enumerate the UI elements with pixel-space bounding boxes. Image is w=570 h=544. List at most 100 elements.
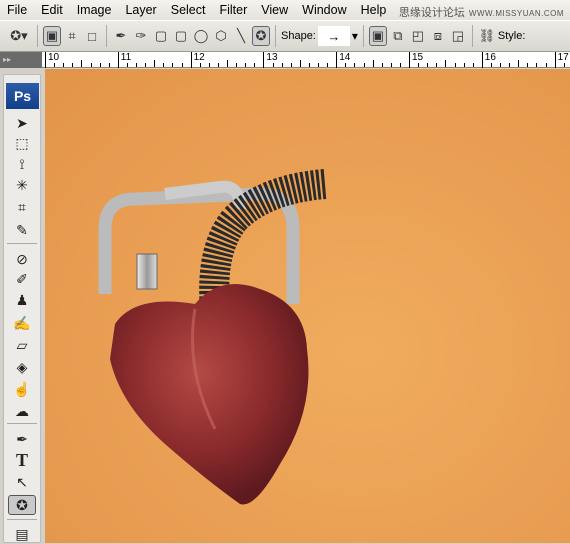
menu-layer[interactable]: Layer (118, 0, 163, 20)
subtract-shape-icon[interactable]: ◰ (409, 26, 427, 46)
divider (7, 243, 37, 244)
divider (7, 519, 37, 520)
healing-brush-icon[interactable]: ⊘ (8, 249, 36, 269)
clone-stamp-icon[interactable]: ♟ (8, 290, 36, 310)
smudge-tool-icon[interactable]: ☁ (8, 401, 36, 421)
options-bar: ✪▾ ▣ ⌗ □ ✒ ✑ ▢ ▢ ◯ ⬡ ╲ ✪ Shape: → ▾ ▣ ⧉ ◰… (0, 20, 570, 52)
ruler-label: 17 (554, 52, 569, 68)
path-selection-icon[interactable]: ↖ (8, 472, 36, 492)
ruler-tick (136, 63, 137, 67)
photoshop-logo: Ps (6, 83, 39, 109)
ruler-tick (236, 63, 238, 67)
marquee-tool-icon[interactable]: ⬚ (8, 133, 36, 153)
ruler-tick (154, 60, 156, 67)
shape-picker[interactable]: → (317, 26, 350, 46)
rectangle-icon[interactable]: ▢ (152, 26, 170, 46)
menu-help[interactable]: Help (354, 0, 394, 20)
slice-tool-icon[interactable]: ✎ (8, 220, 36, 240)
ruler-tick (563, 63, 565, 67)
watermark: 思缘设计论坛 WWW.MISSYUAN.COM (399, 4, 564, 20)
intersect-shape-icon[interactable]: ⧈ (429, 26, 447, 46)
menu-view[interactable]: View (254, 0, 295, 20)
ruler-tick (290, 63, 292, 67)
ruler-label: 10 (45, 52, 59, 68)
eraser-icon[interactable]: ▱ (8, 335, 36, 355)
notes-tool-icon[interactable]: ▤ (8, 524, 36, 544)
shape-layers-icon[interactable]: ▣ (43, 26, 61, 46)
ruler-tick (399, 63, 401, 67)
ruler-tick (63, 63, 65, 67)
exclude-shape-icon[interactable]: ◲ (449, 26, 467, 46)
tool-preset-picker[interactable]: ✪▾ (6, 26, 32, 46)
polygon-icon[interactable]: ⬡ (212, 26, 230, 46)
brush-tool-icon[interactable]: ✐ (8, 269, 36, 289)
menu-window[interactable]: Window (295, 0, 353, 20)
ruler-tick (463, 63, 465, 67)
add-to-shape-icon[interactable]: ⧉ (389, 26, 407, 46)
line-icon[interactable]: ╲ (232, 26, 250, 46)
menu-image[interactable]: Image (70, 0, 119, 20)
ruler-tick (445, 60, 447, 67)
rounded-rectangle-icon[interactable]: ▢ (172, 26, 190, 46)
ruler-tick (354, 63, 356, 67)
ruler-tick (363, 63, 365, 67)
ruler-tick (327, 63, 329, 67)
create-new-shape-icon[interactable]: ▣ (368, 26, 387, 46)
ruler-tick (254, 63, 256, 67)
ruler-tick (454, 63, 456, 67)
ruler-tick (208, 63, 210, 67)
paths-icon[interactable]: ⌗ (63, 26, 81, 46)
divider (275, 25, 276, 47)
paint-bucket-icon[interactable]: ◈ (8, 357, 36, 377)
ruler-tick (545, 63, 547, 67)
type-tool-icon[interactable]: T (8, 450, 36, 470)
ruler-label: 12 (190, 52, 205, 68)
document-canvas[interactable] (45, 69, 570, 543)
ruler-tick (126, 63, 128, 67)
freeform-pen-icon[interactable]: ✑ (132, 26, 150, 46)
menu-edit[interactable]: Edit (34, 0, 70, 20)
custom-shape-icon[interactable]: ✪ (252, 26, 270, 46)
horizontal-ruler[interactable]: 10 11 12 13 14 15 16 17 (42, 52, 570, 68)
menu-file[interactable]: File (0, 0, 34, 20)
divider (106, 25, 107, 47)
crop-tool-icon[interactable]: ⌗ (8, 197, 36, 217)
ruler-tick (99, 63, 101, 67)
fill-pixels-icon[interactable]: □ (83, 26, 101, 46)
chevron-down-icon[interactable]: ▾ (352, 29, 358, 43)
ruler-tick (108, 63, 110, 67)
ruler-tick (54, 63, 56, 67)
divider (7, 423, 37, 424)
ruler-label: 16 (481, 52, 496, 68)
move-tool-icon[interactable]: ➤ (8, 113, 36, 133)
link-icon[interactable]: ⛓ (478, 26, 496, 46)
dodge-tool-icon[interactable]: ☝ (8, 379, 36, 399)
ruler-tick (81, 60, 83, 67)
magic-wand-icon[interactable]: ✳ (8, 175, 36, 195)
ruler-tick (72, 63, 74, 67)
ruler-tick (227, 60, 228, 67)
ellipse-icon[interactable]: ◯ (192, 26, 210, 46)
ruler-tick (199, 63, 201, 67)
ruler-tick (345, 63, 347, 67)
ruler-tick (518, 60, 520, 67)
pen-icon[interactable]: ✒ (112, 26, 130, 46)
ruler-tick (490, 63, 492, 67)
ruler-corner: ▸▸ (0, 52, 42, 68)
ruler-tick (181, 63, 183, 67)
ruler-tick (145, 63, 147, 67)
menu-filter[interactable]: Filter (212, 0, 254, 20)
ruler-label: 14 (336, 52, 350, 68)
divider (37, 25, 38, 47)
ruler-tick (536, 63, 538, 67)
ruler-tick (308, 63, 310, 67)
custom-shape-tool-icon[interactable]: ✪ (8, 495, 36, 515)
pen-tool-icon[interactable]: ✒ (8, 429, 36, 449)
style-label: Style: (497, 30, 526, 42)
menu-select[interactable]: Select (164, 0, 213, 20)
divider (471, 25, 473, 47)
lasso-tool-icon[interactable]: ⟟ (8, 154, 36, 174)
history-brush-icon[interactable]: ✍ (8, 313, 36, 333)
ruler-tick (527, 63, 529, 67)
ruler-tick (245, 63, 247, 67)
